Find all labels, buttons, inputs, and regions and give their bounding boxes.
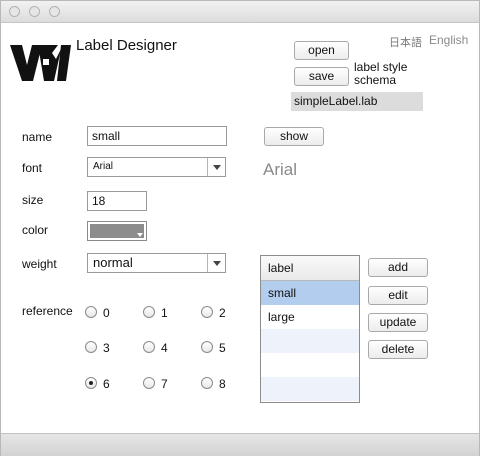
reference-radio-label-6: 6: [103, 377, 110, 391]
name-input[interactable]: small: [87, 126, 227, 146]
name-label: name: [22, 130, 53, 144]
zoom-window-icon[interactable]: [49, 6, 60, 17]
open-button[interactable]: open: [294, 41, 349, 60]
reference-radio-7[interactable]: [143, 377, 155, 389]
update-button[interactable]: update: [368, 313, 428, 332]
reference-radio-label-8: 8: [219, 377, 226, 391]
font-label: font: [22, 161, 43, 175]
reference-radio-5[interactable]: [201, 341, 213, 353]
label-list-header: label: [261, 256, 359, 281]
reference-radio-label-7: 7: [161, 377, 168, 391]
app-window: Label Designer 日本語 English open save lab…: [0, 0, 480, 456]
font-select[interactable]: Arial: [87, 157, 226, 177]
language-en-link[interactable]: English: [429, 33, 468, 47]
add-button[interactable]: add: [368, 258, 428, 277]
color-dropdown-icon: [137, 233, 143, 237]
list-item-empty: [261, 353, 359, 377]
font-select-value: Arial: [93, 161, 114, 172]
reference-radio-6[interactable]: [85, 377, 97, 389]
color-label: color: [22, 223, 49, 237]
app-title: Label Designer: [76, 37, 177, 54]
reference-radio-label-3: 3: [103, 341, 110, 355]
reference-radio-label-0: 0: [103, 306, 110, 320]
weight-label: weight: [22, 257, 57, 271]
label-list[interactable]: label small large: [260, 255, 360, 403]
reference-radio-label-1: 1: [161, 306, 168, 320]
reference-radio-0[interactable]: [85, 306, 97, 318]
reference-label: reference: [22, 304, 73, 318]
reference-radio-label-2: 2: [219, 306, 226, 320]
reference-radio-3[interactable]: [85, 341, 97, 353]
app-logo-icon: [10, 45, 71, 81]
color-picker[interactable]: [87, 221, 147, 241]
title-bar[interactable]: [1, 1, 479, 23]
reference-radio-8[interactable]: [201, 377, 213, 389]
status-bar: [1, 433, 479, 456]
list-item-empty: [261, 329, 359, 353]
language-ja-link[interactable]: 日本語: [389, 34, 422, 50]
list-item[interactable]: large: [261, 305, 359, 329]
weight-select-value: normal: [93, 255, 133, 270]
file-type-label: label style schema: [354, 61, 407, 87]
reference-radio-1[interactable]: [143, 306, 155, 318]
show-button[interactable]: show: [264, 127, 324, 146]
close-window-icon[interactable]: [9, 6, 20, 17]
font-preview: Arial: [263, 160, 298, 179]
chevron-down-icon: [207, 158, 225, 176]
weight-select[interactable]: normal: [87, 253, 226, 273]
size-input[interactable]: 18: [87, 191, 147, 211]
color-swatch: [90, 224, 144, 238]
file-type-line-2: schema: [354, 73, 397, 87]
reference-radio-2[interactable]: [201, 306, 213, 318]
minimize-window-icon[interactable]: [29, 6, 40, 17]
reference-radio-label-4: 4: [161, 341, 168, 355]
chevron-down-icon: [207, 254, 225, 272]
main-content: Label Designer 日本語 English open save lab…: [1, 23, 479, 433]
list-item[interactable]: small: [261, 281, 359, 305]
filename-display: simpleLabel.lab: [291, 92, 423, 111]
reference-radio-4[interactable]: [143, 341, 155, 353]
delete-button[interactable]: delete: [368, 340, 428, 359]
list-item-empty: [261, 377, 359, 401]
edit-button[interactable]: edit: [368, 286, 428, 305]
save-button[interactable]: save: [294, 67, 349, 86]
reference-radio-label-5: 5: [219, 341, 226, 355]
size-label: size: [22, 193, 44, 207]
